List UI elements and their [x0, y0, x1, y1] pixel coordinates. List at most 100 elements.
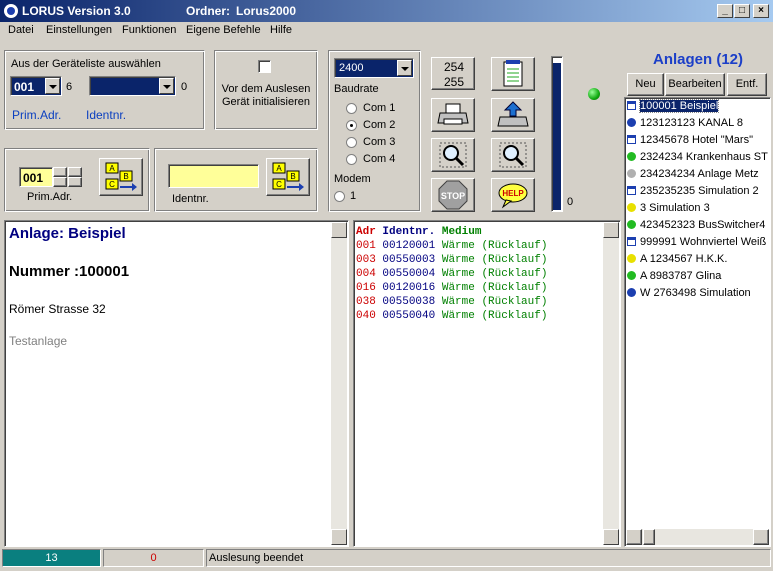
upload-icon [497, 101, 529, 127]
menu-eigene-befehle[interactable]: Eigene Befehle [186, 24, 261, 36]
anlagen-list-item[interactable]: 3 Simulation 3 [627, 202, 710, 219]
baudrate-label: Baudrate [334, 83, 379, 95]
prim-address-dropdown[interactable]: 001 [10, 76, 62, 96]
anlage-delete-button[interactable]: Entf. [727, 73, 767, 96]
init-group: Vor dem Auslesen Gerät initialisieren [214, 50, 318, 130]
scroll-left-button[interactable] [626, 529, 642, 545]
devices-vscroll[interactable] [603, 222, 619, 545]
anlagen-list-item[interactable]: 123123123 KANAL 8 [627, 117, 743, 134]
svg-text:A: A [276, 164, 282, 173]
info-vscroll[interactable] [331, 222, 347, 545]
read-prim-button[interactable]: ABC [99, 158, 143, 196]
address-254-255-button[interactable]: 254 255 [431, 57, 475, 90]
ident-count: 0 [181, 81, 188, 93]
anlage-description: Testanlage [9, 334, 68, 348]
ident-dropdown[interactable] [89, 76, 176, 96]
anlagen-list-item[interactable]: A 8983787 Glina [627, 270, 721, 287]
com1-radio[interactable] [346, 103, 357, 114]
read-device-icon: ABC [272, 162, 304, 191]
prim-spin-up[interactable] [53, 167, 67, 177]
header-medium: Medium [441, 226, 482, 238]
search-device-button[interactable] [431, 138, 475, 172]
anlage-street: Römer Strasse 32 [9, 302, 106, 316]
anlagen-list-item[interactable]: 234234234 Anlage Metz [627, 168, 759, 185]
anlage-edit-button[interactable]: Bearbeiten [665, 73, 725, 96]
anlagen-list-item[interactable]: 235235235 Simulation 2 [627, 185, 759, 202]
scroll-right-button[interactable] [753, 529, 769, 545]
anlagen-list-item[interactable]: 12345678 Hotel "Mars" [627, 134, 753, 151]
init-checkbox[interactable] [258, 60, 271, 73]
devices-header: Adr Identnr. Medium [356, 226, 481, 238]
anlagen-list-item[interactable]: A 1234567 H.K.K. [627, 253, 727, 270]
com4-radio[interactable] [346, 154, 357, 165]
maximize-button[interactable]: □ [734, 4, 750, 18]
device-select-label: Aus der Geräteliste auswählen [11, 58, 161, 70]
anlagen-list-item[interactable]: 2324234 Krankenhaus ST [627, 151, 768, 168]
prim-spin-down[interactable] [53, 177, 67, 187]
anlagen-hscroll[interactable] [626, 529, 769, 545]
baudrate-dropdown[interactable]: 2400 [334, 58, 414, 78]
scroll-up-button[interactable] [603, 222, 619, 238]
anlagen-item-label: 12345678 Hotel "Mars" [640, 134, 753, 146]
prim-spin-up-2[interactable] [68, 167, 82, 177]
menu-datei[interactable]: Datei [8, 24, 34, 36]
device-adr: 016 [356, 282, 376, 294]
scroll-thumb[interactable] [643, 529, 655, 545]
status-dot-icon [627, 118, 636, 127]
anlagen-list-item[interactable]: W 2763498 Simulation [627, 287, 751, 304]
window-title: LORUS Version 3.0 [22, 4, 131, 18]
chevron-down-icon[interactable] [45, 78, 60, 94]
status-dot-icon [627, 203, 636, 212]
menu-einstellungen[interactable]: Einstellungen [46, 24, 112, 36]
prim-count: 6 [66, 81, 73, 93]
com1-label: Com 1 [363, 102, 396, 114]
menu-hilfe[interactable]: Hilfe [270, 24, 292, 36]
device-adr: 001 [356, 240, 376, 252]
notepad-button[interactable] [491, 57, 535, 91]
device-medium: Wärme (Rücklauf) [441, 310, 548, 322]
upload-button[interactable] [491, 98, 535, 132]
device-row[interactable]: 040 00550040 Wärme (Rücklauf) [356, 310, 547, 322]
progress-value: 0 [567, 196, 574, 208]
device-row[interactable]: 038 00550038 Wärme (Rücklauf) [356, 296, 547, 308]
stop-button[interactable]: STOP [431, 178, 475, 212]
read-ident-button[interactable]: ABC [266, 158, 310, 196]
ident-caption: Identnr. [86, 108, 127, 122]
building-icon [627, 135, 636, 144]
anlagen-item-label: 423452323 BusSwitcher4 [640, 219, 766, 231]
print-button[interactable] [431, 98, 475, 132]
chevron-down-icon[interactable] [397, 60, 412, 76]
device-row[interactable]: 004 00550004 Wärme (Rücklauf) [356, 268, 547, 280]
notepad-icon [503, 60, 523, 87]
minimize-button[interactable]: _ [717, 4, 733, 18]
com2-label: Com 2 [363, 119, 396, 131]
status-dot-icon [627, 288, 636, 297]
anlagen-list-item[interactable]: 999991 Wohnviertel Weiß [627, 236, 766, 253]
scroll-up-button[interactable] [331, 222, 347, 238]
close-button[interactable]: × [753, 4, 769, 18]
prim-address-input[interactable]: 001 [19, 167, 53, 187]
chevron-down-icon[interactable] [159, 78, 174, 94]
device-row[interactable]: 016 00120016 Wärme (Rücklauf) [356, 282, 547, 294]
com3-radio[interactable] [346, 137, 357, 148]
anlagen-item-label: 123123123 KANAL 8 [640, 117, 743, 129]
search-all-button[interactable] [491, 138, 535, 172]
menu-funktionen[interactable]: Funktionen [122, 24, 176, 36]
modem-option-label: 1 [350, 190, 357, 202]
anlagen-list-item[interactable]: 100001 Beispiel [627, 99, 720, 117]
com2-radio[interactable] [346, 120, 357, 131]
anlagen-list[interactable]: 100001 Beispiel 123123123 KANAL 8 12345678… [624, 97, 771, 547]
help-button[interactable]: HELP [491, 178, 535, 212]
anlagen-item-label: A 8983787 Glina [640, 270, 722, 282]
anlagen-list-item[interactable]: 423452323 BusSwitcher4 [627, 219, 765, 236]
prim-spin-down-2[interactable] [68, 177, 82, 187]
svg-text:A: A [109, 164, 115, 173]
device-row[interactable]: 001 00120001 Wärme (Rücklauf) [356, 240, 547, 252]
ident-input[interactable] [168, 164, 259, 188]
svg-text:C: C [276, 180, 282, 189]
scroll-down-button[interactable] [603, 529, 619, 545]
device-row[interactable]: 003 00550003 Wärme (Rücklauf) [356, 254, 547, 266]
scroll-down-button[interactable] [331, 529, 347, 545]
anlage-new-button[interactable]: Neu [627, 73, 664, 96]
modem-radio[interactable] [334, 191, 345, 202]
